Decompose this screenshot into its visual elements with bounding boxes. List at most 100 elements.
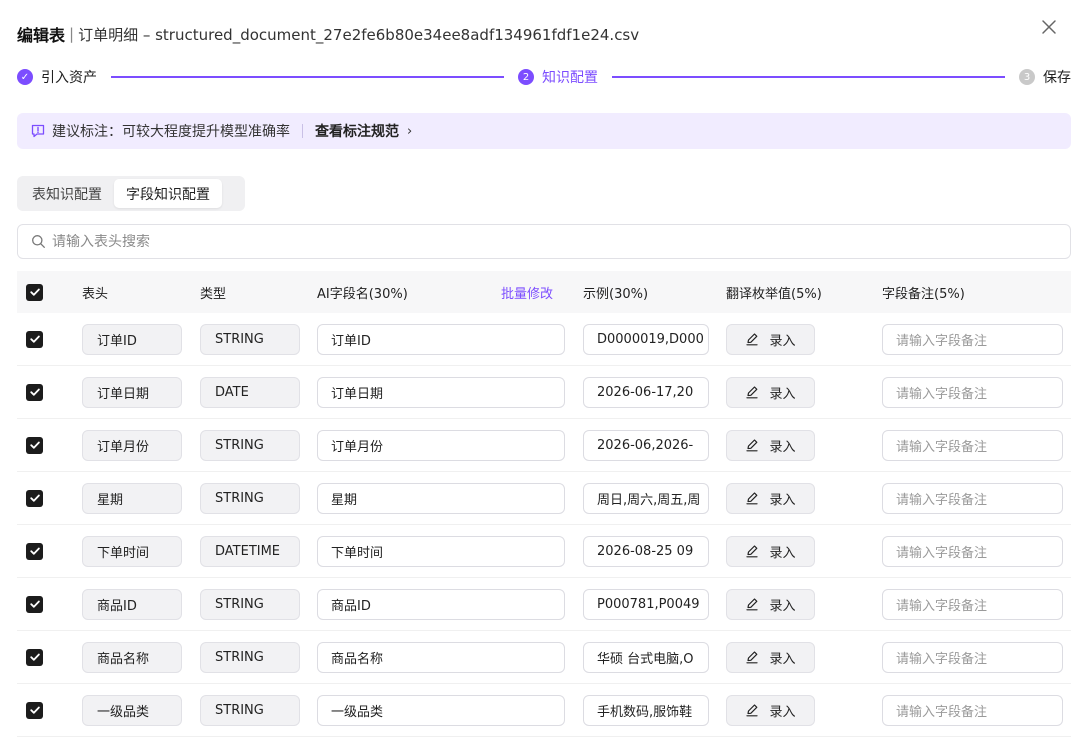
pencil-icon (746, 492, 759, 505)
enter-label: 录入 (769, 651, 796, 667)
column-header-name: 表头 (82, 286, 109, 302)
check-icon (29, 706, 40, 714)
step-label: 保存 (1043, 70, 1071, 86)
title-separator: | (69, 25, 75, 43)
ai-field-name-input[interactable]: 下单时间 (317, 535, 565, 567)
enter-enum-button[interactable]: 录入 (726, 323, 815, 355)
select-all-checkbox[interactable] (26, 283, 43, 301)
stepper: ✓ 引入资产 2 知识配置 3 保存 (17, 66, 1071, 88)
field-note-input[interactable]: 请输入字段备注 (882, 694, 1063, 726)
row-checkbox[interactable] (26, 489, 43, 507)
example-input[interactable]: 周日,周六,周五,周 (583, 482, 709, 514)
step-save: 3 保存 (1019, 67, 1071, 87)
batch-edit-link[interactable]: 批量修改 (501, 283, 553, 302)
close-button[interactable] (1038, 16, 1060, 38)
pencil-icon (746, 545, 759, 558)
enter-enum-button[interactable]: 录入 (726, 482, 815, 514)
row-checkbox[interactable] (26, 648, 43, 666)
close-icon (1042, 20, 1056, 34)
field-type: DATETIME (200, 535, 300, 567)
tab-field-knowledge[interactable]: 字段知识配置 (114, 179, 222, 208)
ai-field-name-input[interactable]: 商品名称 (317, 641, 565, 673)
example-input[interactable]: 2026-06,2026- (583, 429, 709, 461)
table-row: 商品ID STRING 商品ID P000781,P0049 录入 请输入字段备… (17, 578, 1071, 631)
check-icon (29, 288, 40, 296)
field-note-input[interactable]: 请输入字段备注 (882, 376, 1063, 408)
view-annotation-guide-link[interactable]: 查看标注规范 (315, 121, 399, 141)
field-note-input[interactable]: 请输入字段备注 (882, 641, 1063, 673)
table-row: 一级品类 STRING 一级品类 手机数码,服饰鞋 录入 请输入字段备注 (17, 684, 1071, 737)
row-checkbox[interactable] (26, 383, 43, 401)
field-type: STRING (200, 694, 300, 726)
ai-field-name-input[interactable]: 订单ID (317, 323, 565, 355)
example-input[interactable]: 手机数码,服饰鞋 (583, 694, 709, 726)
field-header-name: 订单月份 (82, 429, 182, 461)
annotation-notice-banner: 建议标注：可较大程度提升模型准确率 查看标注规范 › (17, 113, 1071, 149)
ai-field-name-input[interactable]: 星期 (317, 482, 565, 514)
field-note-input[interactable]: 请输入字段备注 (882, 429, 1063, 461)
example-input[interactable]: P000781,P0049 (583, 588, 709, 620)
field-note-input[interactable]: 请输入字段备注 (882, 323, 1063, 355)
step-number-icon: 2 (518, 69, 534, 85)
chevron-right-icon[interactable]: › (407, 124, 412, 139)
step-label: 知识配置 (542, 70, 598, 86)
example-input[interactable]: D0000019,D000 (583, 323, 709, 355)
field-note-input[interactable]: 请输入字段备注 (882, 482, 1063, 514)
step-number-icon: 3 (1019, 69, 1035, 85)
field-type: STRING (200, 641, 300, 673)
check-icon (29, 335, 40, 343)
check-icon (29, 388, 40, 396)
enter-enum-button[interactable]: 录入 (726, 429, 815, 461)
field-header-name: 订单ID (82, 323, 182, 355)
notice-text: 建议标注：可较大程度提升模型准确率 (52, 124, 290, 140)
enter-label: 录入 (769, 492, 796, 508)
pencil-icon (746, 333, 759, 346)
check-icon (29, 600, 40, 608)
field-header-name: 下单时间 (82, 535, 182, 567)
ai-field-name-input[interactable]: 订单月份 (317, 429, 565, 461)
row-checkbox[interactable] (26, 330, 43, 348)
ai-field-name-input[interactable]: 一级品类 (317, 694, 565, 726)
enter-enum-button[interactable]: 录入 (726, 588, 815, 620)
row-checkbox[interactable] (26, 436, 43, 454)
config-tabs: 表知识配置 字段知识配置 (17, 176, 245, 211)
column-header-ai-name: AI字段名(30%) (317, 286, 408, 302)
search-input[interactable] (52, 233, 1070, 250)
enter-enum-button[interactable]: 录入 (726, 641, 815, 673)
search-icon (32, 235, 45, 248)
notice-divider (302, 124, 303, 138)
row-checkbox[interactable] (26, 595, 43, 613)
step-import-assets: ✓ 引入资产 (17, 67, 97, 87)
table-header: 表头 类型 AI字段名(30%) 批量修改 示例(30%) 翻译枚举值(5%) … (17, 271, 1071, 313)
ai-field-name-input[interactable]: 商品ID (317, 588, 565, 620)
field-note-input[interactable]: 请输入字段备注 (882, 535, 1063, 567)
example-input[interactable]: 2026-08-25 09 (583, 535, 709, 567)
enter-label: 录入 (769, 704, 796, 720)
dialog-subtitle: 订单明细 – structured_document_27e2fe6b80e34… (78, 25, 640, 44)
example-input[interactable]: 2026-06-17,20 (583, 376, 709, 408)
tab-table-knowledge[interactable]: 表知识配置 (20, 179, 114, 208)
field-header-name: 商品名称 (82, 641, 182, 673)
enter-label: 录入 (769, 386, 796, 402)
field-note-input[interactable]: 请输入字段备注 (882, 588, 1063, 620)
pencil-icon (746, 439, 759, 452)
table-row: 订单日期 DATE 订单日期 2026-06-17,20 录入 请输入字段备注 (17, 366, 1071, 419)
check-icon (29, 653, 40, 661)
enter-label: 录入 (769, 333, 796, 349)
enter-label: 录入 (769, 545, 796, 561)
column-header-type: 类型 (200, 286, 227, 302)
step-connector (111, 76, 504, 78)
field-header-name: 商品ID (82, 588, 182, 620)
pencil-icon (746, 704, 759, 717)
check-icon (29, 441, 40, 449)
row-checkbox[interactable] (26, 542, 43, 560)
enter-enum-button[interactable]: 录入 (726, 376, 815, 408)
example-input[interactable]: 华硕 台式电脑,O (583, 641, 709, 673)
header-search-box (17, 224, 1071, 259)
step-knowledge-config: 2 知识配置 (518, 67, 598, 87)
ai-field-name-input[interactable]: 订单日期 (317, 376, 565, 408)
pencil-icon (746, 598, 759, 611)
row-checkbox[interactable] (26, 701, 43, 719)
enter-enum-button[interactable]: 录入 (726, 535, 815, 567)
enter-enum-button[interactable]: 录入 (726, 694, 815, 726)
